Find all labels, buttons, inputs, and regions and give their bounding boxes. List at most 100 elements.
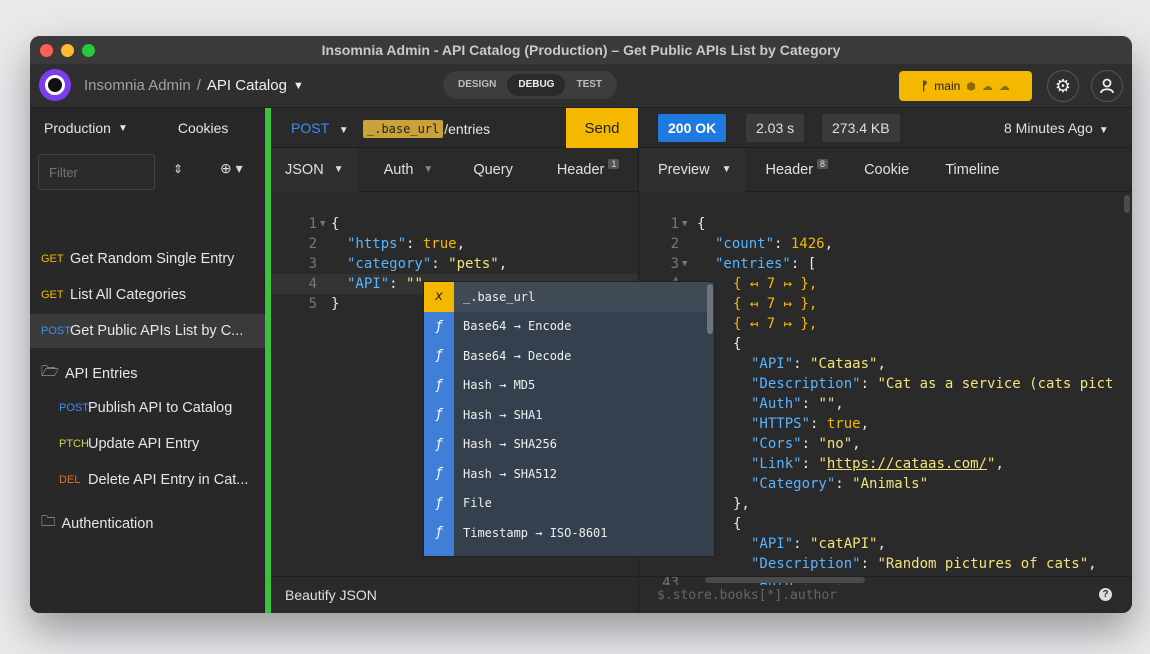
request-name: Publish API to Catalog bbox=[88, 400, 233, 416]
autocomplete-item[interactable]: ƒ Timestamp → ISO-8601 bbox=[424, 518, 708, 548]
autocomplete-item[interactable]: ƒ Base64 → Decode bbox=[424, 341, 708, 371]
json-key: "API" bbox=[751, 536, 794, 552]
tab-header[interactable]: Header 1 bbox=[527, 148, 634, 192]
line-number: 1 bbox=[308, 216, 317, 232]
function-icon: ƒ bbox=[424, 429, 454, 459]
autocomplete-item[interactable] bbox=[424, 547, 708, 556]
json-key: "category" bbox=[347, 256, 432, 272]
request-name: Delete API Entry in Cat... bbox=[88, 472, 249, 488]
autocomplete-scrollbar[interactable] bbox=[707, 284, 713, 334]
add-icon[interactable]: ⊕ ▾ bbox=[220, 160, 243, 177]
autocomplete-item[interactable]: ƒ Base64 → Encode bbox=[424, 311, 708, 341]
function-icon: ƒ bbox=[424, 400, 454, 430]
sidebar-request-item[interactable]: GET Get Random Single Entry bbox=[30, 242, 265, 276]
zoom-window-button[interactable] bbox=[82, 44, 95, 57]
vertical-scrollbar[interactable] bbox=[1124, 195, 1130, 213]
tab-timeline[interactable]: Timeline bbox=[923, 148, 1013, 192]
insomnia-logo-icon[interactable] bbox=[39, 69, 71, 101]
json-key: "API" bbox=[347, 276, 390, 292]
collapsed-object[interactable]: { ↤ 7 ↦ }, bbox=[733, 294, 817, 314]
function-icon: ƒ bbox=[424, 518, 454, 548]
folder-name: Authentication bbox=[61, 515, 154, 532]
fold-icon[interactable]: ▼ bbox=[682, 254, 687, 274]
method-label: POST bbox=[291, 120, 329, 136]
window-controls bbox=[40, 44, 95, 57]
line-number: 5 bbox=[308, 296, 317, 312]
autocomplete-item[interactable]: ƒ Hash → SHA512 bbox=[424, 459, 708, 489]
user-icon bbox=[1100, 78, 1114, 94]
autocomplete-item[interactable]: ƒ Hash → SHA256 bbox=[424, 429, 708, 459]
minimize-window-button[interactable] bbox=[61, 44, 74, 57]
sidebar-request-item[interactable]: POST Publish API to Catalog bbox=[30, 391, 265, 425]
folder-authentication[interactable]: 🗀 Authentication bbox=[41, 511, 153, 536]
response-tabs: Preview ▼ Header 8 Cookie Timeline bbox=[639, 147, 1132, 192]
chevron-down-icon: ▼ bbox=[721, 164, 732, 175]
tab-label: Header bbox=[556, 161, 605, 178]
response-age[interactable]: 8 Minutes Ago ▼ bbox=[1004, 120, 1109, 136]
collapsed-object[interactable]: { ↤ 7 ↦ }, bbox=[733, 274, 817, 294]
sidebar-top: Production ▼ Cookies bbox=[30, 108, 264, 148]
json-key: "Auth" bbox=[751, 396, 802, 412]
fold-icon[interactable]: ▼ bbox=[682, 214, 687, 234]
mode-debug[interactable]: DEBUG bbox=[507, 74, 566, 96]
sidebar-filter-input[interactable] bbox=[38, 154, 155, 190]
breadcrumb-root[interactable]: Insomnia Admin bbox=[84, 77, 191, 94]
url-path: /entries bbox=[444, 121, 491, 137]
json-link[interactable]: https://cataas.com/ bbox=[827, 456, 987, 472]
method-selector[interactable]: POST ▼ bbox=[291, 120, 349, 136]
autocomplete-item[interactable]: x _.base_url bbox=[424, 282, 708, 312]
sidebar-request-item-active[interactable]: POST Get Public APIs List by C... bbox=[30, 314, 265, 348]
tab-header[interactable]: Header 8 bbox=[745, 148, 842, 192]
chevron-down-icon[interactable]: ▼ bbox=[293, 80, 304, 92]
cookies-button[interactable]: Cookies bbox=[178, 120, 229, 136]
sidebar-request-item[interactable]: DEL Delete API Entry in Cat... bbox=[30, 463, 265, 497]
tab-preview[interactable]: Preview ▼ bbox=[639, 147, 746, 192]
close-window-button[interactable] bbox=[40, 44, 53, 57]
autocomplete-label: Base64 → Encode bbox=[463, 319, 572, 334]
mode-test[interactable]: TEST bbox=[565, 74, 613, 96]
header-count-badge: 1 bbox=[608, 158, 620, 169]
sidebar-request-item[interactable]: PTCH Update API Entry bbox=[30, 427, 265, 461]
method-badge: GET bbox=[41, 253, 64, 265]
beautify-json-button[interactable]: Beautify JSON bbox=[271, 576, 638, 613]
breadcrumb-current[interactable]: API Catalog bbox=[207, 77, 287, 94]
app-header: Insomnia Admin / API Catalog ▼ DESIGN DE… bbox=[30, 64, 1132, 108]
autocomplete-item[interactable]: ƒ Hash → SHA1 bbox=[424, 400, 708, 430]
tab-cookie[interactable]: Cookie bbox=[842, 148, 923, 192]
sort-icon[interactable]: ⇕ bbox=[173, 162, 183, 176]
autocomplete-item[interactable]: ƒ Hash → MD5 bbox=[424, 370, 708, 400]
chevron-down-icon[interactable]: ▼ bbox=[118, 123, 128, 134]
request-tabs: JSON ▼ Auth ▼ Query Header 1 bbox=[271, 147, 638, 192]
mode-design[interactable]: DESIGN bbox=[447, 74, 507, 96]
account-button[interactable] bbox=[1091, 70, 1123, 102]
tab-json[interactable]: JSON ▼ bbox=[271, 147, 358, 192]
json-value: "Animals" bbox=[852, 476, 929, 492]
request-name: Get Public APIs List by C... bbox=[70, 323, 244, 339]
fold-icon[interactable]: ▼ bbox=[320, 214, 325, 234]
tab-query[interactable]: Query bbox=[447, 148, 527, 192]
collapsed-object[interactable]: { ↤ 7 ↦ }, bbox=[733, 314, 817, 334]
method-badge: POST bbox=[41, 325, 71, 337]
status-code-badge: 200 OK bbox=[658, 114, 727, 142]
commit-icon: ⬢ bbox=[966, 80, 976, 93]
function-icon: ƒ bbox=[424, 311, 454, 341]
folder-icon: 🗀 bbox=[41, 514, 56, 530]
function-icon: ƒ bbox=[424, 488, 454, 518]
environment-selector[interactable]: Production bbox=[44, 120, 111, 136]
sidebar-request-item[interactable]: GET List All Categories bbox=[30, 278, 265, 312]
folder-api-entries[interactable]: 🗁 API Entries bbox=[41, 361, 138, 386]
autocomplete-label: Hash → MD5 bbox=[463, 378, 536, 393]
settings-button[interactable]: ⚙ bbox=[1047, 70, 1079, 102]
method-badge: DEL bbox=[59, 474, 81, 486]
tab-auth[interactable]: Auth ▼ bbox=[358, 148, 448, 192]
line-number: 4 bbox=[308, 276, 317, 292]
json-value: "Cataas" bbox=[810, 356, 878, 372]
url-input[interactable]: _.base_url /entries bbox=[363, 120, 490, 138]
send-button[interactable]: Send bbox=[566, 108, 638, 148]
response-filter-input[interactable]: $.store.books[*].author ? bbox=[639, 576, 1132, 613]
git-branch-button[interactable]: ᚠ main ⬢ ☁ ☁ bbox=[899, 71, 1032, 101]
json-value: "" bbox=[818, 396, 836, 412]
help-icon[interactable]: ? bbox=[1099, 588, 1112, 601]
base-url-tag[interactable]: _.base_url bbox=[363, 120, 444, 138]
autocomplete-item[interactable]: ƒ File bbox=[424, 488, 708, 518]
